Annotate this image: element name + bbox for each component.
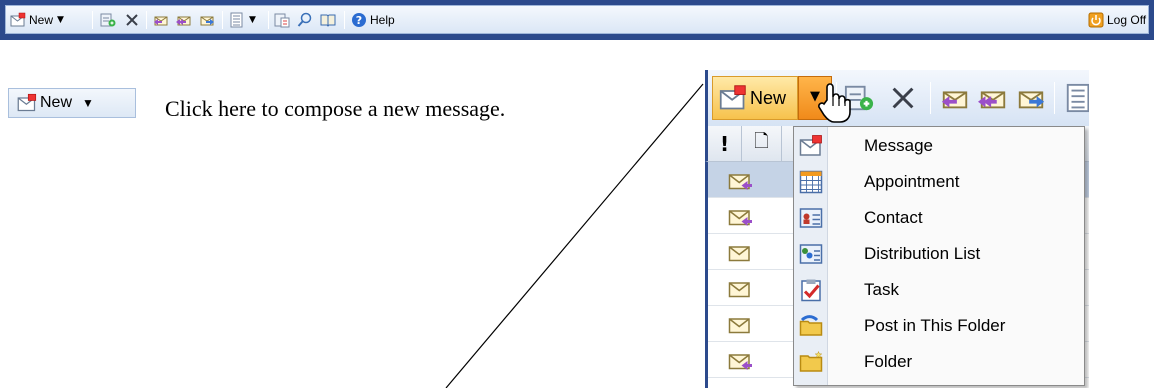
new-item-menu: Message Appointment Contact Distribution…	[793, 126, 1085, 386]
new-mail-icon	[10, 12, 26, 28]
address-book-button[interactable]	[320, 10, 336, 30]
mail-icon	[728, 314, 752, 336]
menu-item-label: Message	[864, 136, 933, 155]
importance-column-header[interactable]: !	[708, 126, 742, 162]
menu-item-label: Contact	[864, 208, 923, 227]
reply-mail-icon	[728, 206, 752, 228]
post-icon	[799, 314, 823, 338]
menu-item-label: Post in This Folder	[864, 316, 1006, 335]
contact-icon	[799, 206, 823, 230]
svg-text:?: ?	[356, 14, 362, 27]
reply-mail-icon	[728, 170, 752, 192]
toolbar-separator	[146, 11, 147, 29]
distribution-list-icon	[799, 242, 823, 266]
forward-button[interactable]	[199, 10, 215, 30]
menu-item-label: Folder	[864, 352, 913, 371]
new-mail-icon	[17, 93, 37, 113]
new-mail-icon	[719, 84, 747, 112]
chevron-down-icon[interactable]: ▼	[57, 15, 64, 25]
find-icon	[297, 12, 313, 28]
logoff-icon	[1088, 12, 1104, 28]
hand-cursor-icon	[817, 82, 851, 124]
toolbar-strip: New ▼ ▼ ? Help Log Off	[5, 5, 1149, 34]
toolbar-separator	[930, 82, 931, 114]
menu-item-post[interactable]: Post in This Folder	[794, 309, 1084, 345]
reply-all-icon	[176, 12, 192, 28]
toolbar-separator	[344, 11, 345, 29]
forward-icon[interactable]	[1016, 83, 1046, 113]
toolbar-new-label: New	[29, 13, 54, 27]
menu-item-label: Appointment	[864, 172, 960, 191]
view-icon	[229, 12, 245, 28]
logoff-button[interactable]: Log Off	[1088, 10, 1146, 30]
help-button[interactable]: ? Help	[351, 10, 395, 30]
menu-item-task[interactable]: Task	[794, 273, 1084, 309]
chevron-down-icon[interactable]: ▼	[82, 96, 94, 110]
new-button[interactable]: New ▼	[8, 88, 136, 118]
toolbar-separator	[268, 11, 269, 29]
menu-item-contact[interactable]: Contact	[794, 201, 1084, 237]
mail-icon	[728, 278, 752, 300]
menu-item-distribution-list[interactable]: Distribution List	[794, 237, 1084, 273]
help-icon: ?	[351, 12, 367, 28]
toolbar-separator	[92, 11, 93, 29]
toolbar-separator	[222, 11, 223, 29]
reply-button[interactable]	[153, 10, 169, 30]
main-toolbar: New ▼ ▼ ? Help Log Off	[0, 0, 1154, 40]
mail-icon	[728, 242, 752, 264]
chevron-down-icon[interactable]: ▼	[249, 15, 256, 25]
delete-button[interactable]	[124, 10, 140, 30]
reply-icon	[153, 12, 169, 28]
delete-icon[interactable]	[888, 83, 918, 113]
reply-all-button[interactable]	[176, 10, 192, 30]
reply-icon[interactable]	[940, 83, 970, 113]
menu-item-appointment[interactable]: Appointment	[794, 165, 1084, 201]
toolbar-new-button[interactable]: New ▼	[10, 10, 64, 30]
find-button[interactable]	[297, 10, 313, 30]
menu-item-label: Task	[864, 280, 899, 299]
task-icon	[799, 278, 823, 302]
appointment-icon	[799, 170, 823, 194]
item-type-column-header[interactable]: 🗋	[742, 126, 782, 162]
move-button[interactable]	[100, 10, 116, 30]
reply-all-icon[interactable]	[978, 83, 1008, 113]
toolbar-separator	[1054, 82, 1055, 114]
zoom-new-label: New	[750, 87, 787, 108]
instruction-text: Click here to compose a new message.	[165, 96, 506, 121]
address-book-icon	[320, 12, 336, 28]
delete-icon	[124, 12, 140, 28]
new-button-label: New	[40, 94, 73, 111]
view-button[interactable]: ▼	[229, 10, 256, 30]
folder-icon	[799, 350, 823, 374]
zoomed-view: New ▼ ! 🗋 Message Appointment Contact Di…	[705, 70, 1089, 388]
menu-item-message[interactable]: Message	[794, 129, 1084, 165]
zoom-toolbar: New ▼	[705, 70, 1089, 126]
view-icon[interactable]	[1064, 83, 1089, 113]
reply-mail-icon	[728, 350, 752, 372]
check-names-button[interactable]	[274, 10, 290, 30]
toolbar-logoff-label: Log Off	[1107, 13, 1147, 27]
menu-item-label: Distribution List	[864, 244, 981, 263]
check-names-icon	[274, 12, 290, 28]
menu-item-folder[interactable]: Folder	[794, 345, 1084, 381]
zoom-new-button[interactable]: New	[712, 76, 798, 120]
forward-icon	[199, 12, 215, 28]
toolbar-help-label: Help	[370, 13, 395, 27]
message-icon	[799, 134, 823, 158]
move-icon	[100, 12, 116, 28]
